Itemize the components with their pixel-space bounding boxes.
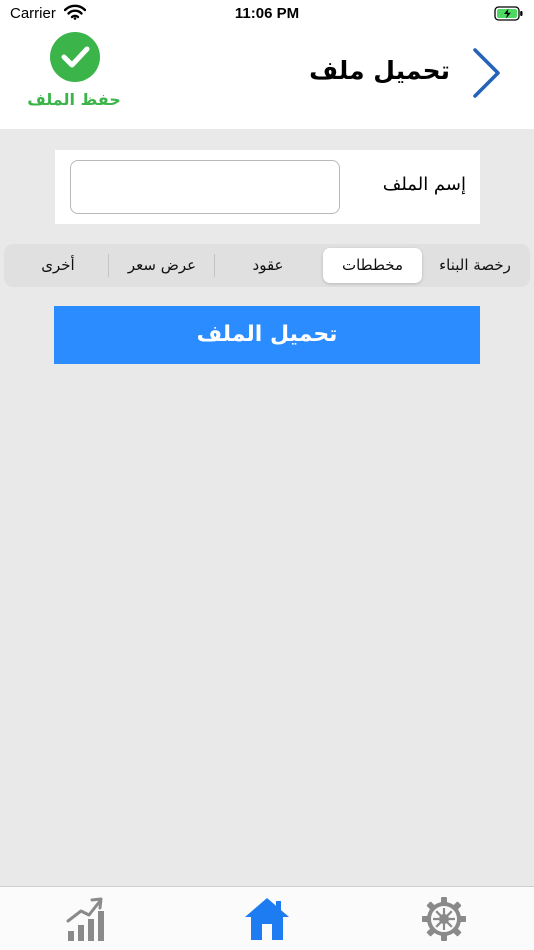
category-segmented-control: أخرى عرض سعر عقود مخططات رخصة البناء [4,244,530,287]
save-file-label: حفظ الملف [27,90,121,109]
segment-divider [214,254,215,277]
tab-bar [0,886,534,950]
segment-divider [108,254,109,277]
segment-price-quote[interactable]: عرض سعر [110,248,214,283]
gear-icon [422,897,466,941]
tab-stats[interactable] [64,895,112,943]
upload-file-button[interactable]: تحميل الملف [54,306,480,364]
tab-home[interactable] [243,895,291,943]
page-title: تحميل ملف [309,56,450,85]
nav-bar: حفظ الملف تحميل ملف [0,28,534,129]
file-name-label: إسم الملف [382,174,466,195]
segment-other[interactable]: أخرى [10,248,106,283]
status-time: 11:06 PM [234,5,300,22]
back-button[interactable] [466,44,506,102]
chevron-right-icon [473,48,500,98]
checkmark-circle-icon [50,32,100,82]
home-icon [245,898,289,940]
status-bar: Carrier 11:06 PM [0,0,534,28]
segment-plans[interactable]: مخططات [323,248,422,283]
file-name-card: إسم الملف [55,150,480,224]
save-file-button[interactable]: حفظ الملف [22,32,126,112]
segment-building-permit[interactable]: رخصة البناء [424,248,526,283]
file-name-input[interactable] [70,160,340,214]
tab-settings[interactable] [420,895,468,943]
growth-chart-icon [66,897,104,941]
segment-contracts[interactable]: عقود [216,248,320,283]
battery-charging-icon [494,6,524,25]
